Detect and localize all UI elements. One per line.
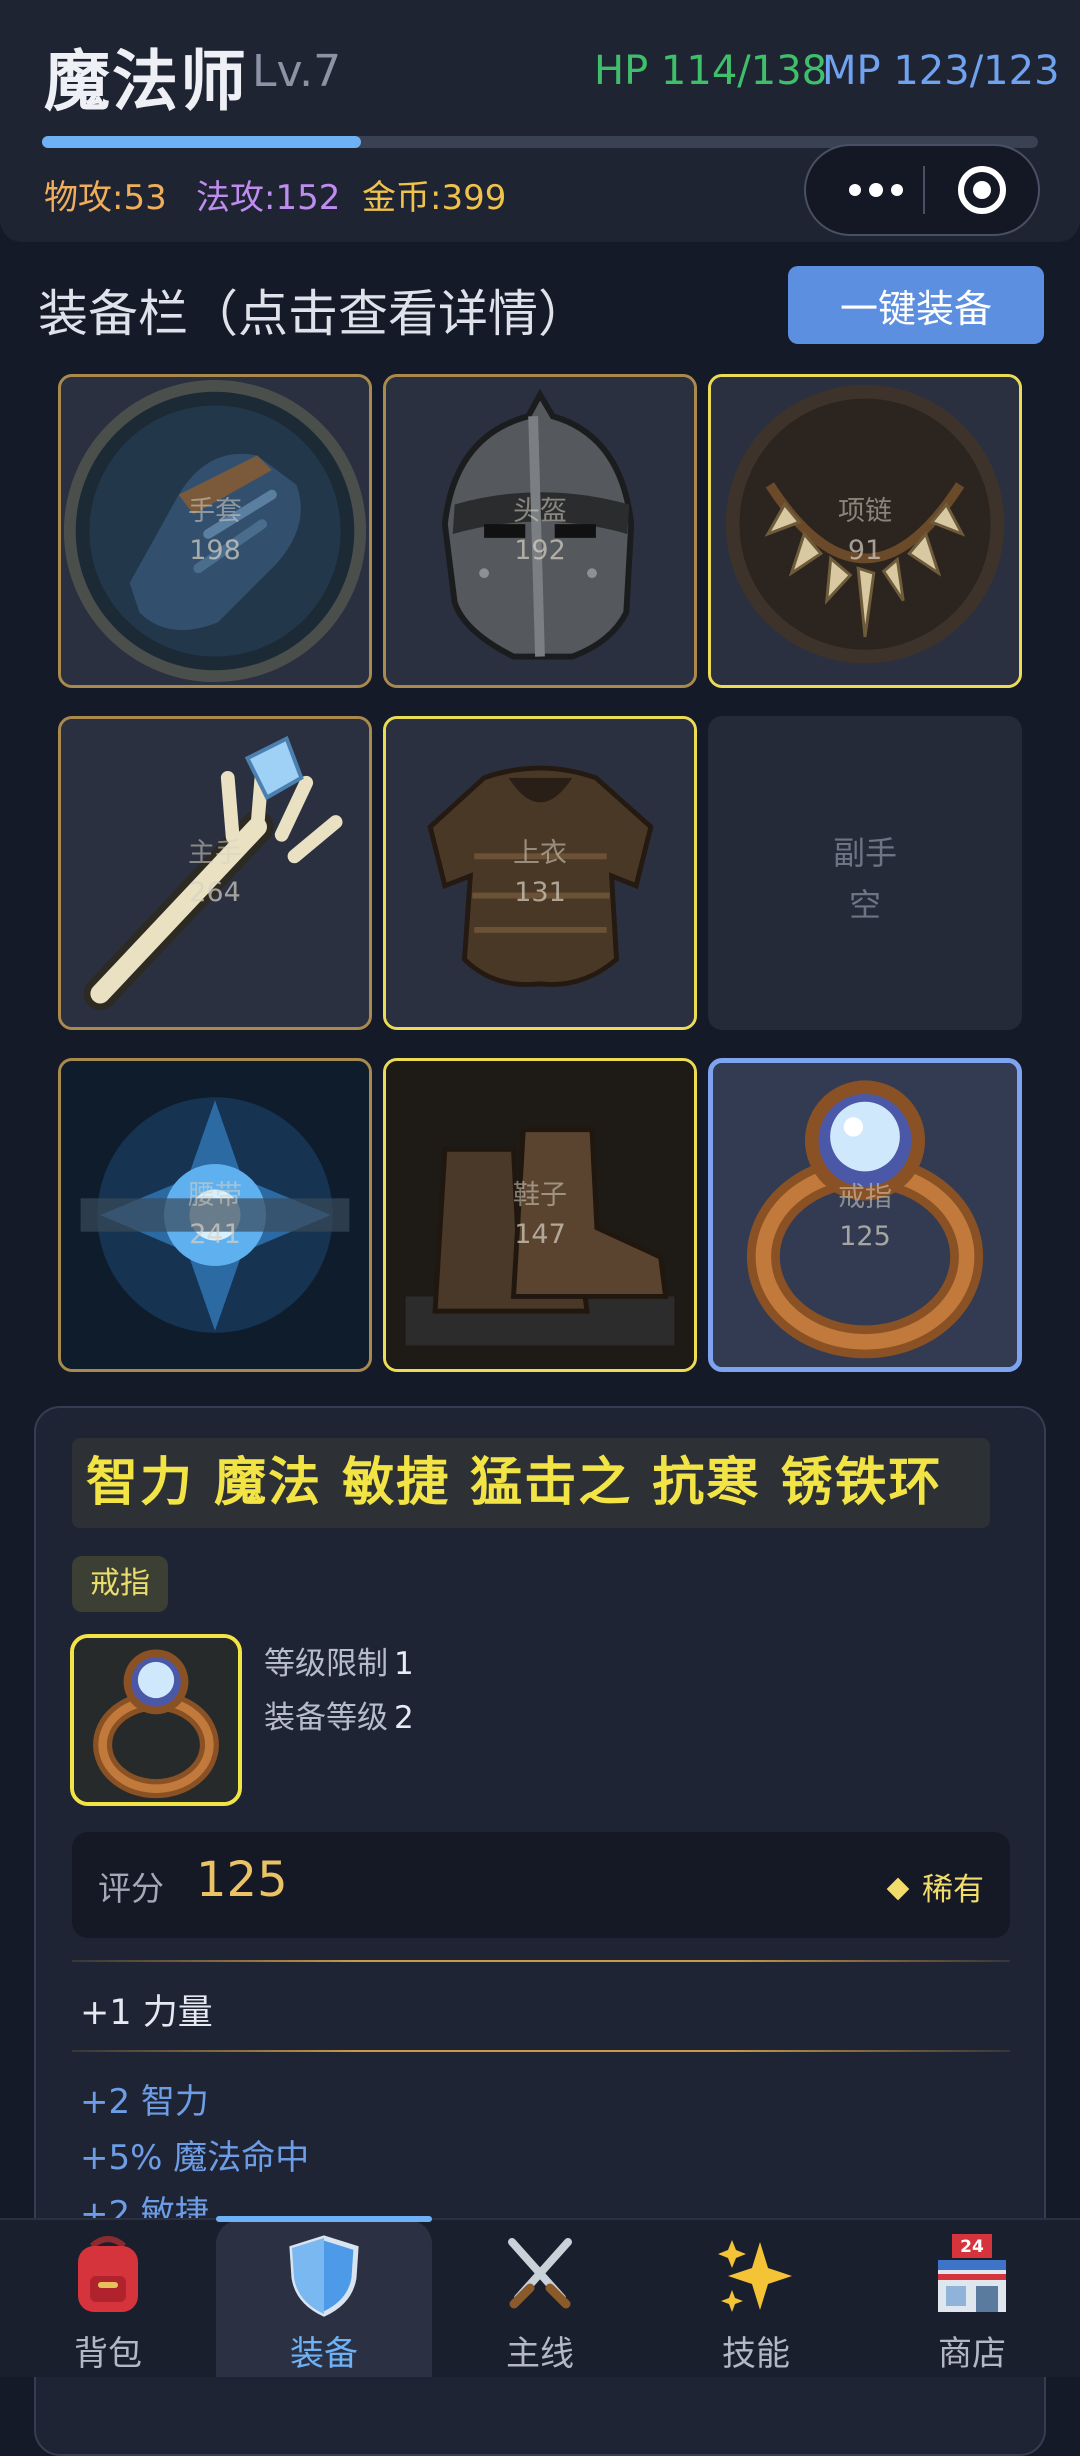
level-requirement: 等级限制 1 bbox=[264, 1638, 414, 1683]
diamond-icon bbox=[886, 1877, 910, 1900]
equipment-slot-ring[interactable]: 戒指 125 bbox=[708, 1058, 1022, 1372]
item-slot-tag: 戒指 bbox=[72, 1556, 168, 1612]
item-name: 智力 魔法 敏捷 猛击之 抗寒 锈铁环 bbox=[72, 1438, 990, 1528]
physical-attack-stat: 物攻:53 bbox=[44, 178, 167, 218]
nav-label: 技能 bbox=[722, 2334, 790, 2374]
hp-readout: HP 114/138 bbox=[594, 48, 828, 94]
equipment-slot-off-hand[interactable]: 副手 空 bbox=[708, 716, 1022, 1030]
affix-attribute: +2 智力 bbox=[80, 2082, 209, 2122]
score-box: 评分 125 稀有 bbox=[72, 1832, 1010, 1938]
slot-name: 上衣 bbox=[513, 838, 567, 869]
equipment-slot-gloves[interactable]: 手套 198 bbox=[58, 374, 372, 688]
score-value: 125 bbox=[196, 1852, 288, 1908]
affix-attribute: +5% 魔法命中 bbox=[80, 2138, 310, 2178]
equipment-slot-helmet[interactable]: 头盔 192 bbox=[383, 374, 697, 688]
nav-item-shop[interactable]: 24 商店 bbox=[864, 2220, 1080, 2377]
slot-score: 198 bbox=[189, 535, 241, 566]
equipment-section-title: 装备栏（点击查看详情） bbox=[38, 285, 588, 343]
nav-item-skills[interactable]: 技能 bbox=[648, 2220, 864, 2377]
necklace-icon bbox=[711, 377, 1019, 685]
sparkles-icon bbox=[718, 2240, 792, 2312]
rarity-label: 稀有 bbox=[922, 1872, 984, 1908]
slot-score: 空 bbox=[848, 886, 881, 924]
equip-all-button[interactable]: 一键装备 bbox=[788, 266, 1044, 344]
slot-name: 鞋子 bbox=[513, 1180, 567, 1211]
nav-label: 装备 bbox=[290, 2334, 358, 2374]
slot-score: 241 bbox=[189, 1219, 241, 1250]
slot-score: 131 bbox=[514, 877, 566, 908]
equipment-slot-belt[interactable]: 腰带 241 bbox=[58, 1058, 372, 1372]
level-requirement-value: 1 bbox=[394, 1646, 414, 1682]
item-level-value: 2 bbox=[394, 1700, 414, 1736]
slot-score: 147 bbox=[514, 1219, 566, 1250]
divider bbox=[72, 1960, 1010, 1962]
gold-stat: 金币:399 bbox=[362, 178, 507, 218]
nav-item-backpack[interactable]: 背包 bbox=[0, 2220, 216, 2377]
rarity-badge: 稀有 bbox=[886, 1864, 984, 1909]
backpack-icon bbox=[78, 2236, 138, 2312]
belt-icon bbox=[61, 1061, 369, 1369]
player-status-header: 魔法师 Lv.7 HP 114/138 MP 123/123 物攻:53 法攻:… bbox=[0, 0, 1080, 242]
capsule-divider bbox=[923, 166, 925, 214]
helmet-icon bbox=[386, 377, 694, 685]
level-requirement-label: 等级限制 bbox=[264, 1646, 388, 1682]
slot-name: 副手 bbox=[832, 834, 897, 872]
close-miniprogram-icon[interactable] bbox=[958, 166, 1006, 214]
bottom-navigation: 背包 装备 主线 技能 24 商店 bbox=[0, 2216, 1080, 2377]
svg-text:24: 24 bbox=[960, 2237, 984, 2257]
slot-name: 手套 bbox=[188, 496, 242, 527]
nav-label: 商店 bbox=[938, 2334, 1006, 2374]
gloves-icon bbox=[61, 377, 369, 685]
slot-name: 项链 bbox=[838, 496, 892, 527]
item-level-label: 装备等级 bbox=[264, 1700, 388, 1736]
divider bbox=[72, 2050, 1010, 2052]
mp-readout: MP 123/123 bbox=[822, 48, 1060, 94]
equipment-slot-boots[interactable]: 鞋子 147 bbox=[383, 1058, 697, 1372]
more-options-icon[interactable] bbox=[836, 164, 916, 216]
shield-icon bbox=[289, 2235, 359, 2317]
class-name: 魔法师 bbox=[44, 43, 248, 120]
slot-name: 主手 bbox=[188, 838, 242, 869]
staff-icon bbox=[61, 719, 369, 1027]
slot-score: 91 bbox=[847, 535, 883, 566]
equipment-slot-armor[interactable]: 上衣 131 bbox=[383, 716, 697, 1030]
slot-name: 腰带 bbox=[188, 1180, 242, 1211]
ring-icon bbox=[713, 1063, 1017, 1367]
nav-item-equipment[interactable]: 装备 bbox=[216, 2216, 432, 2377]
nav-label: 背包 bbox=[74, 2334, 142, 2374]
item-thumbnail bbox=[70, 1634, 242, 1806]
base-attribute: +1 力量 bbox=[80, 1993, 213, 2033]
crossed-swords-icon bbox=[508, 2238, 572, 2309]
nav-item-main-quest[interactable]: 主线 bbox=[432, 2220, 648, 2377]
boots-icon bbox=[386, 1061, 694, 1369]
slot-name: 戒指 bbox=[838, 1182, 892, 1213]
magic-attack-stat: 法攻:152 bbox=[196, 178, 341, 218]
slot-name: 头盔 bbox=[513, 496, 567, 527]
equipment-slot-necklace[interactable]: 项链 91 bbox=[708, 374, 1022, 688]
convenience-store-icon: 24 bbox=[938, 2234, 1006, 2312]
slot-score: 125 bbox=[839, 1221, 891, 1252]
player-level: Lv.7 bbox=[252, 46, 342, 97]
experience-bar-fill bbox=[42, 136, 361, 148]
item-level: 装备等级 2 bbox=[264, 1692, 414, 1737]
nav-label: 主线 bbox=[506, 2334, 574, 2374]
ring-icon bbox=[74, 1638, 238, 1802]
equipment-slot-main-hand[interactable]: 主手 264 bbox=[58, 716, 372, 1030]
slot-score: 192 bbox=[514, 535, 566, 566]
miniprogram-capsule bbox=[804, 144, 1040, 236]
slot-score: 264 bbox=[189, 877, 241, 908]
armor-icon bbox=[386, 719, 694, 1027]
score-label: 评分 bbox=[98, 1869, 164, 1908]
